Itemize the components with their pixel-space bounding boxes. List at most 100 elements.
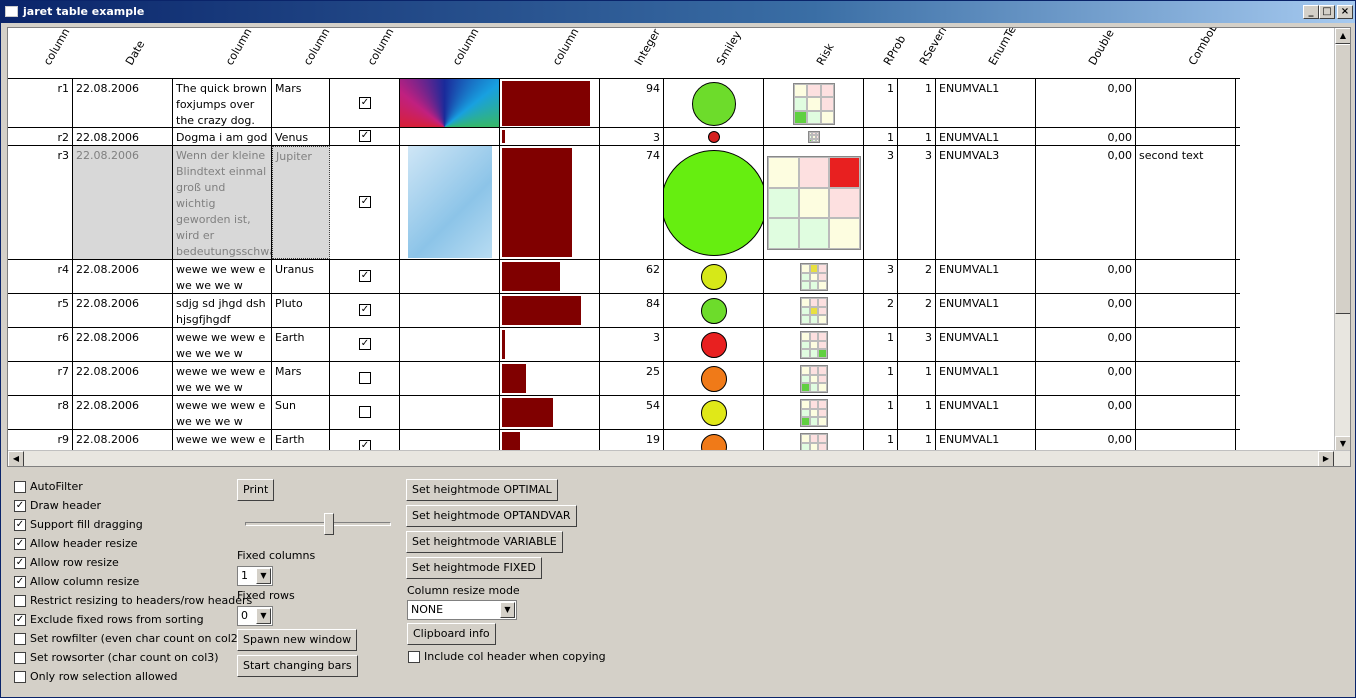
option-checkbox[interactable]: ✓ — [14, 500, 26, 512]
smiley-cell[interactable] — [664, 128, 764, 145]
combo-cell[interactable] — [1136, 362, 1236, 395]
rprob-cell[interactable]: 1 — [864, 79, 898, 127]
column-header[interactable]: column 1 — [8, 28, 78, 78]
column-header[interactable]: RSeverity — [898, 28, 955, 78]
option-checkbox[interactable] — [14, 652, 26, 664]
smiley-cell[interactable] — [664, 294, 764, 327]
row-header-cell[interactable]: r7 — [8, 362, 73, 395]
rprob-cell[interactable]: 1 — [864, 362, 898, 395]
integer-cell[interactable]: 3 — [600, 128, 664, 145]
double-cell[interactable]: 0,00 — [1036, 362, 1136, 395]
enum-cell[interactable]: ENUMVAL1 — [936, 260, 1036, 293]
clipboard-info-button[interactable]: Clipboard info — [407, 623, 496, 645]
column-header[interactable]: column 5 — [400, 28, 500, 78]
smiley-cell[interactable] — [664, 396, 764, 429]
row-header-cell[interactable]: r8 — [8, 396, 73, 429]
risk-cell[interactable] — [764, 362, 864, 395]
text-cell[interactable]: wewe we wew e we we we w ewe — [173, 362, 272, 395]
column-header[interactable]: Risk — [764, 28, 864, 78]
combo-cell[interactable] — [1136, 328, 1236, 361]
double-cell[interactable]: 0,00 — [1036, 396, 1136, 429]
planet-cell[interactable]: Earth — [272, 328, 330, 361]
row-header-cell[interactable]: r2 — [8, 128, 73, 145]
table-row[interactable]: r622.08.2006wewe we wew e we we we w ewe… — [8, 328, 1240, 362]
option-checkbox[interactable]: ✓ — [14, 538, 26, 550]
date-cell[interactable]: 22.08.2006 — [73, 260, 173, 293]
integer-cell[interactable]: 74 — [600, 146, 664, 259]
scroll-left-icon[interactable]: ◀ — [8, 451, 24, 466]
risk-cell[interactable] — [764, 294, 864, 327]
option-checkbox[interactable] — [14, 671, 26, 683]
include-header-checkbox[interactable] — [408, 651, 420, 663]
planet-cell[interactable]: Uranus — [272, 260, 330, 293]
checkbox-cell[interactable]: ✓ — [330, 294, 400, 327]
checkbox-cell[interactable] — [330, 396, 400, 429]
planet-cell[interactable]: Venus — [272, 128, 330, 145]
row-header-cell[interactable]: r1 — [8, 79, 73, 127]
double-cell[interactable]: 0,00 — [1036, 260, 1136, 293]
bar-cell[interactable] — [500, 79, 600, 127]
rseverity-cell[interactable]: 1 — [898, 79, 936, 127]
table-row[interactable]: r1 22.08.2006 The quick brown foxjumps ove… — [8, 78, 1240, 128]
rprob-cell[interactable]: 3 — [864, 146, 898, 259]
spawn-window-button[interactable]: Spawn new window — [237, 629, 358, 651]
column-header[interactable]: column 4 — [330, 28, 402, 78]
text-cell[interactable]: wewe we wew e we we we w ewe — [173, 260, 272, 293]
slider[interactable] — [245, 509, 391, 543]
rprob-cell[interactable]: 1 — [864, 328, 898, 361]
date-cell[interactable]: 22.08.2006 — [73, 79, 173, 127]
enum-cell[interactable]: ENUMVAL1 — [936, 396, 1036, 429]
title-bar[interactable]: jaret table example _ □ × — [1, 1, 1355, 23]
maximize-button[interactable]: □ — [1319, 5, 1335, 19]
heightmode-variable-button[interactable]: Set heightmode VARIABLE — [406, 531, 563, 553]
rseverity-cell[interactable]: 3 — [898, 146, 936, 259]
combo-cell[interactable]: second text — [1136, 146, 1236, 259]
option-checkbox[interactable] — [14, 481, 26, 493]
date-cell[interactable]: 22.08.2006 — [73, 146, 173, 259]
bar-cell[interactable] — [500, 396, 600, 429]
scroll-up-icon[interactable]: ▲ — [1335, 28, 1350, 44]
option-checkbox[interactable]: ✓ — [14, 557, 26, 569]
combo-cell[interactable] — [1136, 79, 1236, 127]
smiley-cell[interactable] — [664, 362, 764, 395]
enum-cell[interactable]: ENUMVAL1 — [936, 328, 1036, 361]
vertical-scrollbar[interactable]: ▲ ▼ — [1334, 28, 1350, 452]
scroll-right-icon[interactable]: ▶ — [1318, 451, 1334, 466]
row-checkbox[interactable]: ✓ — [359, 196, 371, 208]
heightmode-optandvar-button[interactable]: Set heightmode OPTANDVAR — [406, 505, 577, 527]
vertical-scroll-thumb[interactable] — [1335, 44, 1350, 314]
row-checkbox[interactable] — [359, 372, 371, 384]
integer-cell[interactable]: 25 — [600, 362, 664, 395]
print-button[interactable]: Print — [237, 479, 275, 501]
image-cell[interactable] — [400, 396, 500, 429]
row-checkbox[interactable]: ✓ — [359, 338, 371, 350]
row-checkbox[interactable]: ✓ — [359, 270, 371, 282]
integer-cell[interactable]: 62 — [600, 260, 664, 293]
risk-cell[interactable] — [764, 396, 864, 429]
planet-cell[interactable]: Pluto — [272, 294, 330, 327]
text-cell[interactable]: wewe we wew e we we we w ewe — [173, 396, 272, 429]
table-row[interactable]: r3 22.08.2006 Wenn der kleine Blindtext ei… — [8, 146, 1240, 260]
image-cell[interactable] — [400, 362, 500, 395]
double-cell[interactable]: 0,00 — [1036, 146, 1136, 259]
column-header[interactable]: ComboEdit — [1136, 28, 1236, 78]
text-cell[interactable]: wewe we wew e we we we w ewe — [173, 328, 272, 361]
text-cell[interactable]: Wenn der kleine Blindtext einmal groß un… — [173, 146, 272, 259]
table-row[interactable]: r722.08.2006wewe we wew e we we we w ewe… — [8, 362, 1240, 396]
heightmode-fixed-button[interactable]: Set heightmode FIXED — [406, 557, 542, 579]
column-resize-mode-select[interactable]: NONE ▼ — [407, 600, 517, 620]
column-header[interactable]: RProb — [864, 28, 908, 78]
rprob-cell[interactable]: 1 — [864, 128, 898, 145]
integer-cell[interactable]: 54 — [600, 396, 664, 429]
minimize-button[interactable]: _ — [1303, 5, 1319, 19]
row-checkbox[interactable]: ✓ — [359, 130, 371, 142]
rprob-cell[interactable]: 1 — [864, 396, 898, 429]
planet-cell[interactable]: Jupiter — [272, 146, 330, 259]
enum-cell[interactable]: ENUMVAL1 — [936, 128, 1036, 145]
column-header[interactable]: Date — [73, 28, 173, 78]
integer-cell[interactable]: 84 — [600, 294, 664, 327]
column-header[interactable]: Integer — [600, 28, 664, 78]
image-cell[interactable] — [400, 328, 500, 361]
checkbox-cell[interactable]: ✓ — [330, 328, 400, 361]
row-checkbox[interactable]: ✓ — [359, 304, 371, 316]
